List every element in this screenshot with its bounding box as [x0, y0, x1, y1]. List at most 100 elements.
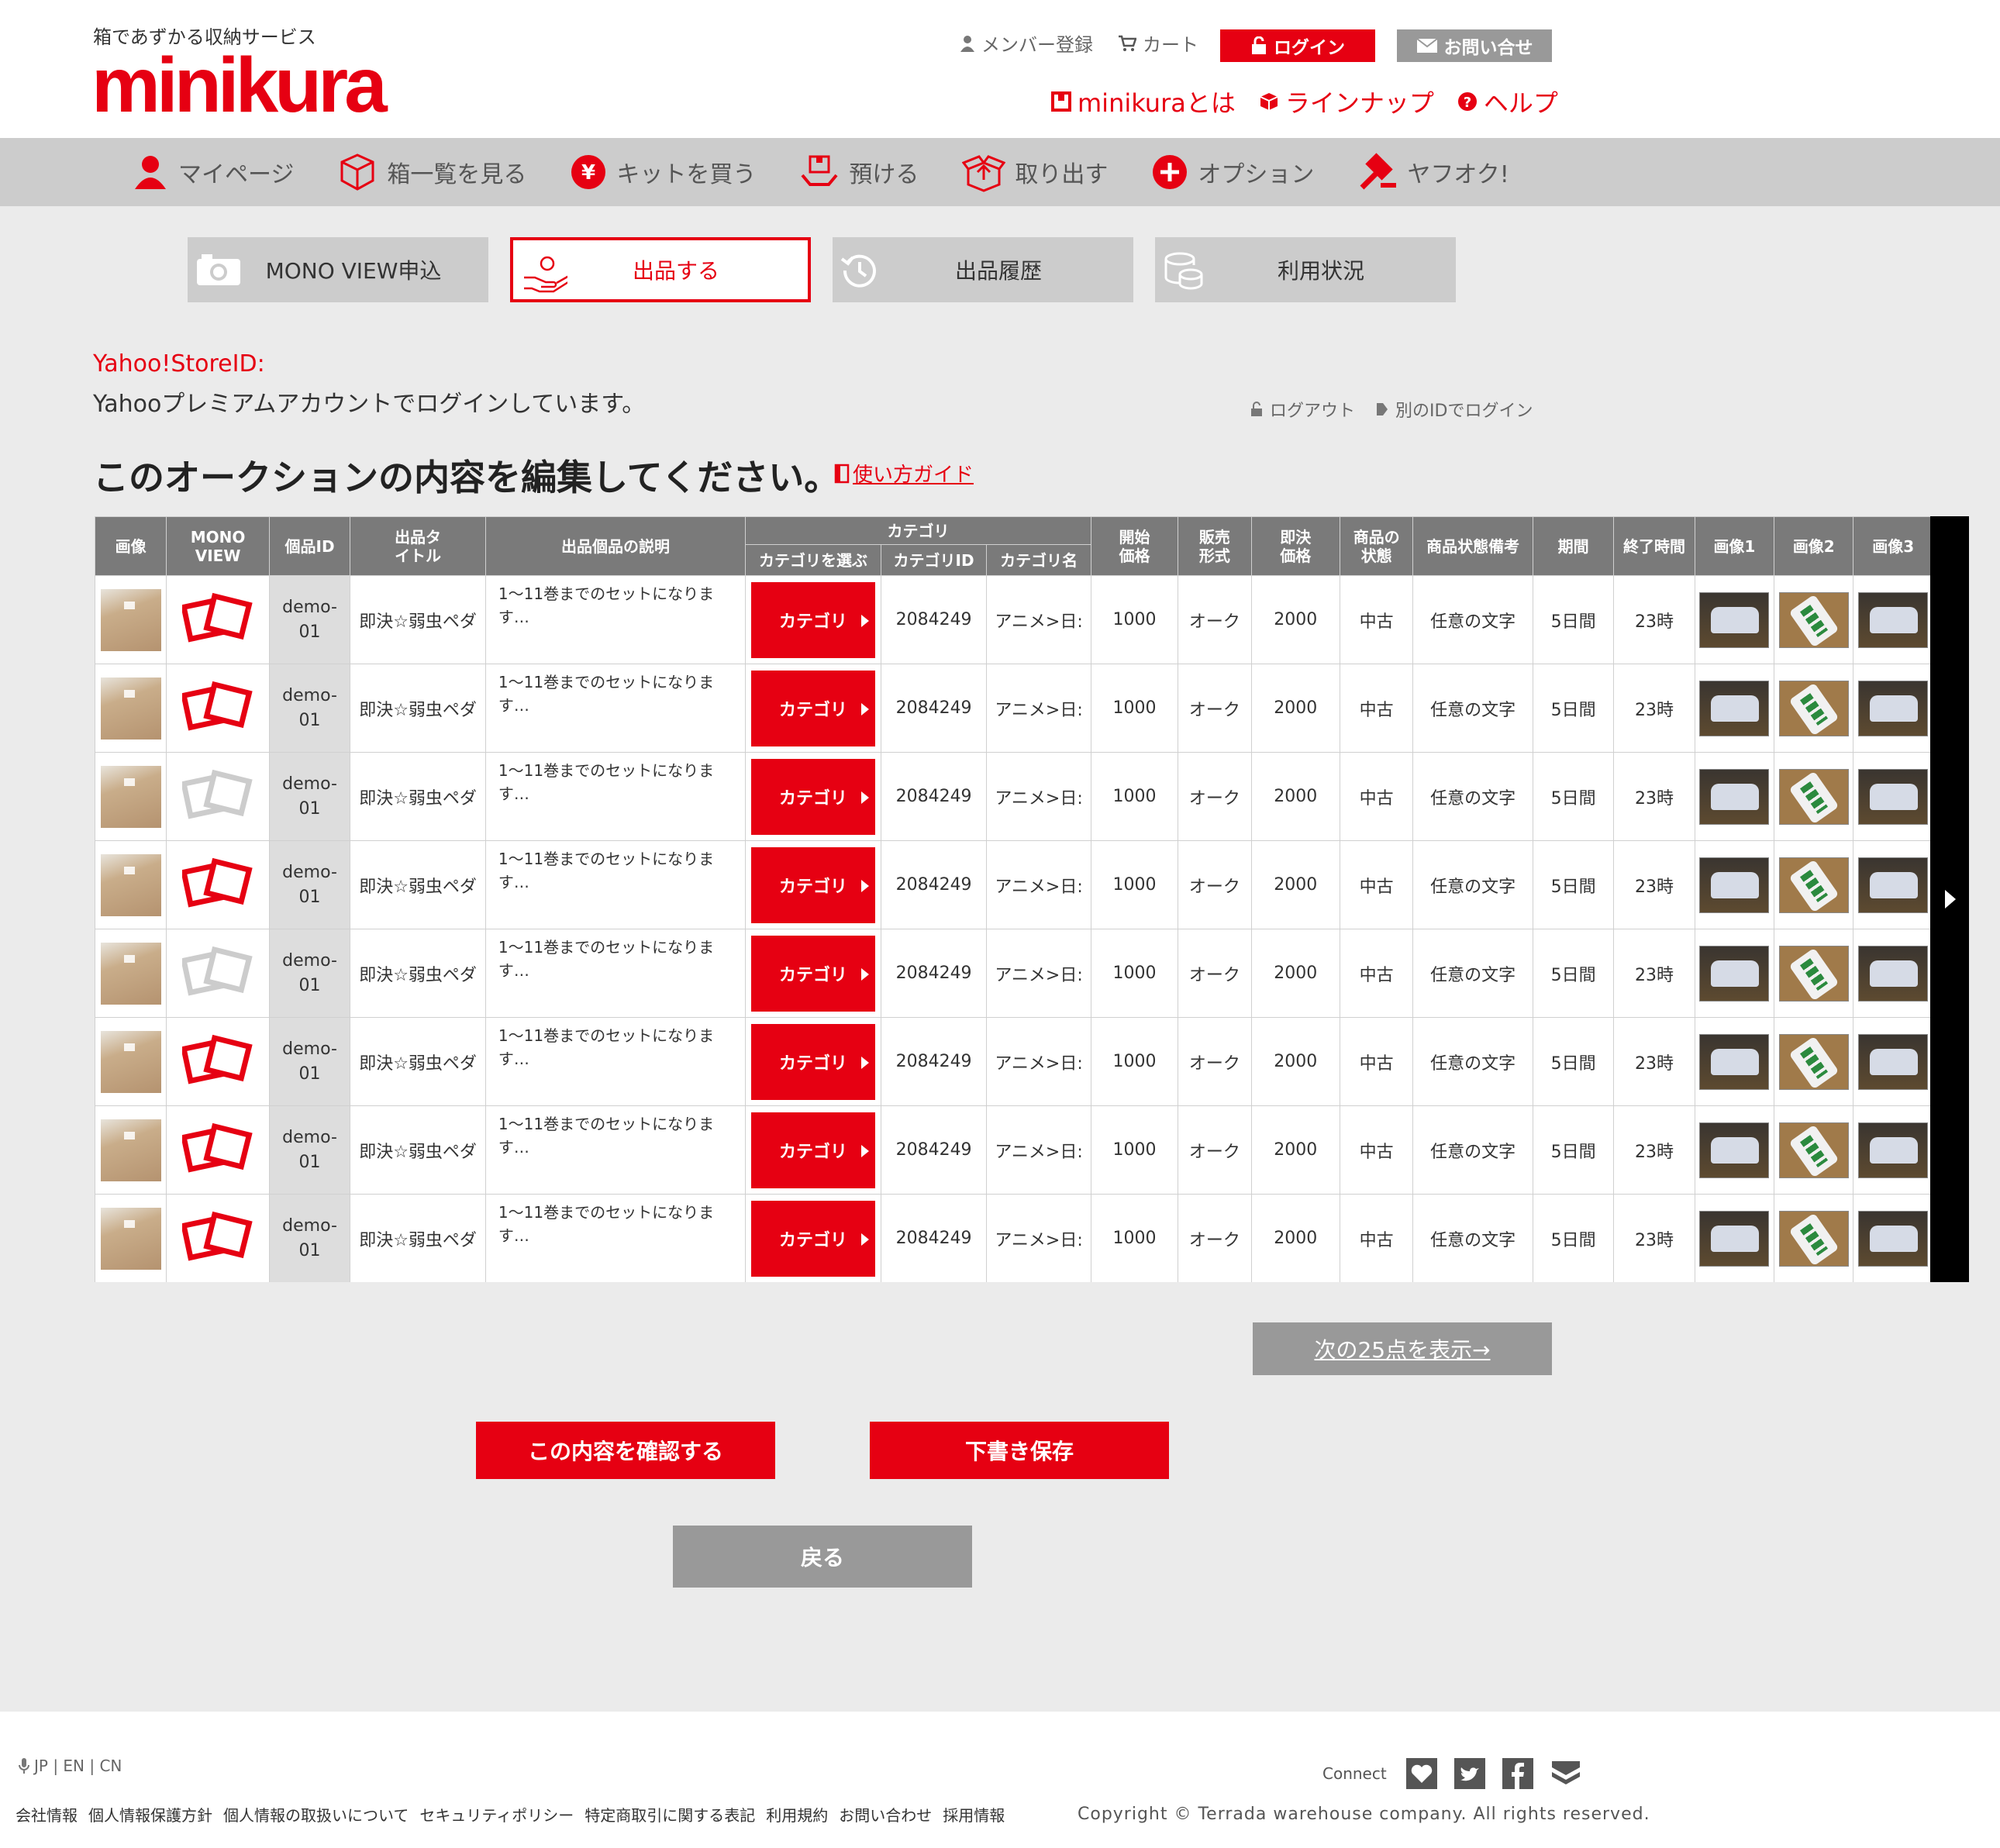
tab-listing[interactable]: 出品する [510, 237, 811, 302]
facebook-icon[interactable] [1502, 1758, 1533, 1789]
end-time[interactable]: 23時 [1613, 575, 1695, 664]
start-price[interactable]: 1000 [1090, 929, 1179, 1018]
category-select-button[interactable]: カテゴリ [750, 758, 875, 835]
monoview-cell[interactable] [166, 664, 270, 753]
tab-history[interactable]: 出品履歴 [833, 237, 1133, 302]
item-description[interactable]: 1〜11巻までのセットになります… [484, 929, 747, 1018]
start-price[interactable]: 1000 [1090, 1105, 1179, 1195]
image1-thumbnail[interactable] [1699, 1210, 1770, 1267]
about-link[interactable]: minikuraとは [1051, 84, 1236, 119]
category-select-button[interactable]: カテゴリ [750, 1200, 875, 1277]
category-select-button[interactable]: カテゴリ [750, 1112, 875, 1188]
item-title[interactable]: 即決☆弱虫ペダ [350, 575, 486, 664]
nav-yafuoku[interactable]: ヤフオク! [1357, 152, 1509, 192]
end-time[interactable]: 23時 [1613, 752, 1695, 841]
sale-type[interactable]: オーク [1178, 1017, 1252, 1106]
item-thumbnail[interactable] [100, 942, 161, 1005]
image1-thumbnail[interactable] [1699, 1033, 1770, 1090]
buy-price[interactable]: 2000 [1250, 1105, 1341, 1195]
confirm-button[interactable]: この内容を確認する [476, 1422, 775, 1479]
condition[interactable]: 中古 [1340, 1105, 1414, 1195]
monoview-cell[interactable] [166, 1194, 270, 1282]
condition[interactable]: 中古 [1340, 929, 1414, 1018]
sale-type[interactable]: オーク [1178, 664, 1252, 753]
nav-buy-kit[interactable]: ¥ キットを買う [570, 153, 756, 191]
end-time[interactable]: 23時 [1613, 664, 1695, 753]
image1-thumbnail[interactable] [1699, 768, 1770, 825]
condition-note[interactable]: 任意の文字 [1412, 929, 1533, 1018]
item-description[interactable]: 1〜11巻までのセットになります… [484, 1017, 747, 1106]
item-title[interactable]: 即決☆弱虫ペダ [350, 664, 486, 753]
image3-thumbnail[interactable] [1858, 1033, 1929, 1090]
image2-thumbnail[interactable] [1778, 1210, 1849, 1267]
contact-button[interactable]: お問い合せ [1397, 29, 1552, 62]
end-time[interactable]: 23時 [1613, 929, 1695, 1018]
buy-price[interactable]: 2000 [1250, 840, 1341, 929]
mail-icon[interactable] [1550, 1758, 1581, 1789]
image3-thumbnail[interactable] [1858, 680, 1929, 736]
condition-note[interactable]: 任意の文字 [1412, 664, 1533, 753]
monoview-cell[interactable] [166, 840, 270, 929]
image3-thumbnail[interactable] [1858, 1210, 1929, 1267]
member-register-link[interactable]: メンバー登録 [960, 29, 1098, 57]
item-title[interactable]: 即決☆弱虫ペダ [350, 1194, 486, 1282]
item-title[interactable]: 即決☆弱虫ペダ [350, 752, 486, 841]
start-price[interactable]: 1000 [1090, 1194, 1179, 1282]
item-thumbnail[interactable] [100, 765, 161, 828]
condition[interactable]: 中古 [1340, 840, 1414, 929]
category-select-button[interactable]: カテゴリ [750, 1023, 875, 1100]
other-login-link[interactable]: 別のIDでログイン [1375, 397, 1533, 422]
period[interactable]: 5日間 [1532, 1194, 1615, 1282]
image3-thumbnail[interactable] [1858, 945, 1929, 1002]
tab-usage[interactable]: 利用状況 [1155, 237, 1456, 302]
login-button[interactable]: ログイン [1220, 29, 1375, 62]
buy-price[interactable]: 2000 [1250, 1017, 1341, 1106]
footer-link-recruit[interactable]: 採用情報 [943, 1803, 1005, 1826]
start-price[interactable]: 1000 [1090, 840, 1179, 929]
category-select-button[interactable]: カテゴリ [750, 935, 875, 1012]
item-title[interactable]: 即決☆弱虫ペダ [350, 1105, 486, 1195]
start-price[interactable]: 1000 [1090, 1017, 1179, 1106]
image2-thumbnail[interactable] [1778, 1033, 1849, 1090]
guide-link[interactable]: 使い方ガイド [834, 459, 974, 488]
buy-price[interactable]: 2000 [1250, 929, 1341, 1018]
monoview-cell[interactable] [166, 1105, 270, 1195]
nav-mypage[interactable]: マイページ [132, 153, 294, 191]
footer-link-privacy-policy[interactable]: 個人情報保護方針 [88, 1803, 212, 1826]
nav-box-list[interactable]: 箱一覧を見る [337, 152, 526, 192]
image2-thumbnail[interactable] [1778, 1122, 1849, 1178]
save-draft-button[interactable]: 下書き保存 [870, 1422, 1169, 1479]
category-select-button[interactable]: カテゴリ [750, 581, 875, 658]
item-title[interactable]: 即決☆弱虫ペダ [350, 929, 486, 1018]
image3-thumbnail[interactable] [1858, 768, 1929, 825]
cart-link[interactable]: カート [1118, 29, 1203, 57]
end-time[interactable]: 23時 [1613, 1194, 1695, 1282]
start-price[interactable]: 1000 [1090, 575, 1179, 664]
image2-thumbnail[interactable] [1778, 680, 1849, 736]
period[interactable]: 5日間 [1532, 929, 1615, 1018]
period[interactable]: 5日間 [1532, 664, 1615, 753]
image1-thumbnail[interactable] [1699, 857, 1770, 913]
logout-link[interactable]: ログアウト [1250, 397, 1355, 422]
item-title[interactable]: 即決☆弱虫ペダ [350, 1017, 486, 1106]
back-button[interactable]: 戻る [673, 1526, 972, 1588]
twitter-icon[interactable] [1454, 1758, 1485, 1789]
condition-note[interactable]: 任意の文字 [1412, 840, 1533, 929]
sale-type[interactable]: オーク [1178, 575, 1252, 664]
buy-price[interactable]: 2000 [1250, 664, 1341, 753]
image1-thumbnail[interactable] [1699, 680, 1770, 736]
buy-price[interactable]: 2000 [1250, 575, 1341, 664]
condition-note[interactable]: 任意の文字 [1412, 575, 1533, 664]
image2-thumbnail[interactable] [1778, 857, 1849, 913]
condition[interactable]: 中古 [1340, 752, 1414, 841]
nav-option[interactable]: オプション [1151, 153, 1314, 191]
condition-note[interactable]: 任意の文字 [1412, 752, 1533, 841]
image1-thumbnail[interactable] [1699, 1122, 1770, 1178]
sale-type[interactable]: オーク [1178, 1194, 1252, 1282]
item-thumbnail[interactable] [100, 588, 161, 651]
buy-price[interactable]: 2000 [1250, 752, 1341, 841]
language-switcher[interactable]: JP | EN | CN [19, 1757, 122, 1775]
nav-retrieve[interactable]: 取り出す [962, 152, 1108, 192]
nav-deposit[interactable]: 預ける [799, 152, 919, 192]
lineup-link[interactable]: ラインナップ [1259, 84, 1434, 119]
